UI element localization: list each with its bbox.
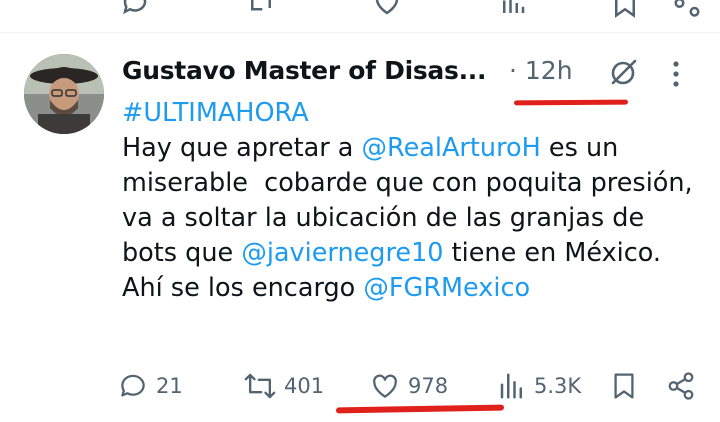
views-icon	[500, 373, 522, 399]
share-button[interactable]	[666, 370, 696, 402]
timestamp[interactable]: · 12h	[509, 56, 573, 85]
tweet-action-bar: 21 401 978 5.3K	[118, 370, 718, 404]
grok-icon[interactable]	[608, 58, 638, 88]
repost-button[interactable]: 401	[244, 370, 324, 402]
mention-link[interactable]: @FGRMexico	[363, 273, 530, 303]
author-name[interactable]: Gustavo Master of Disas...	[122, 56, 486, 85]
reply-icon	[121, 374, 145, 397]
tweet-divider	[0, 32, 720, 33]
tweet-text: #ULTIMAHORA Hay que apretar a @RealArtur…	[122, 96, 707, 306]
previous-tweet-action-bar	[0, 0, 720, 18]
share-icon[interactable]	[672, 0, 702, 18]
like-count: 978	[408, 374, 449, 398]
share-icon	[668, 372, 694, 400]
like-button[interactable]: 978	[370, 370, 448, 402]
bookmark-icon[interactable]	[612, 0, 638, 18]
avatar[interactable]	[24, 54, 104, 134]
views-icon[interactable]	[498, 0, 528, 18]
repost-icon[interactable]	[246, 0, 276, 18]
hashtag-link[interactable]: #ULTIMAHORA	[122, 98, 309, 128]
tweet-header: Gustavo Master of Disas... · 12h	[122, 56, 702, 96]
repost-count: 401	[284, 374, 325, 398]
reply-button[interactable]: 21	[118, 370, 183, 402]
time-separator: ·	[509, 56, 517, 85]
like-icon[interactable]	[372, 0, 402, 18]
red-underline-likes	[335, 404, 505, 414]
text-segment-1: Hay que apretar a	[122, 133, 362, 163]
bookmark-button[interactable]	[612, 370, 636, 402]
like-icon	[373, 374, 397, 398]
mention-link[interactable]: @javiernegre10	[241, 238, 443, 268]
repost-icon	[244, 373, 276, 399]
reply-icon[interactable]	[120, 0, 150, 18]
avatar-image	[24, 54, 104, 134]
reply-count: 21	[156, 374, 183, 398]
bookmark-icon	[614, 373, 634, 399]
views-count: 5.3K	[534, 374, 582, 398]
views-button[interactable]: 5.3K	[498, 370, 581, 402]
more-icon[interactable]	[670, 60, 682, 88]
time-value: 12h	[524, 56, 573, 85]
mention-link[interactable]: @RealArturoH	[362, 133, 541, 163]
